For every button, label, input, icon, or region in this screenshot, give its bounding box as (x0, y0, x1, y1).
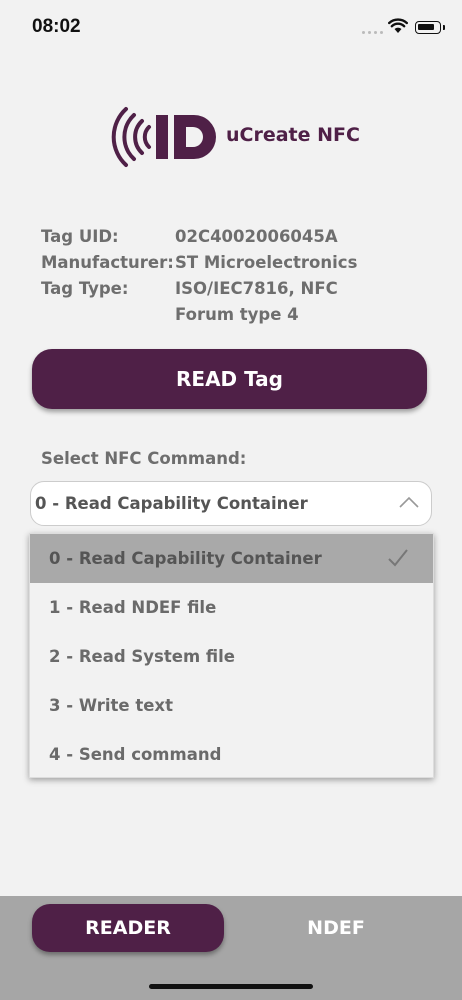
tag-uid-label: Tag UID: (41, 227, 119, 246)
option-write-text[interactable]: 3 - Write text (30, 681, 433, 730)
option-read-capability-container[interactable]: 0 - Read Capability Container (30, 534, 433, 583)
bottom-tab-bar: READER NDEF (0, 896, 462, 1000)
manufacturer-row: Manufacturer: ST Microelectronics (41, 250, 431, 276)
home-indicator[interactable] (149, 984, 313, 989)
tag-type-row: Tag Type: ISO/IEC7816, NFC Forum type 4 (41, 276, 431, 328)
option-label: 0 - Read Capability Container (49, 549, 322, 568)
checkmark-icon (388, 549, 408, 567)
battery-icon (415, 21, 441, 34)
cellular-signal-icon (362, 31, 383, 34)
chevron-up-icon (399, 496, 419, 508)
option-label: 2 - Read System file (49, 647, 235, 666)
wifi-icon (388, 18, 408, 33)
tab-ndef[interactable]: NDEF (240, 904, 432, 952)
tab-reader[interactable]: READER (32, 904, 224, 952)
option-label: 1 - Read NDEF file (49, 598, 217, 617)
command-select-value: 0 - Read Capability Container (35, 494, 308, 513)
option-read-ndef-file[interactable]: 1 - Read NDEF file (30, 583, 433, 632)
tag-info: Tag UID: 02C4002006045A Manufacturer: ST… (41, 224, 431, 328)
manufacturer-label: Manufacturer: (41, 253, 174, 272)
option-send-command[interactable]: 4 - Send command (30, 730, 433, 779)
status-bar: 08:02 (0, 0, 462, 56)
command-dropdown: 0 - Read Capability Container 1 - Read N… (29, 533, 434, 778)
app-name: uCreate NFC (226, 124, 360, 146)
read-tag-button[interactable]: READ Tag (32, 349, 427, 409)
manufacturer-value: ST Microelectronics (175, 253, 358, 272)
option-label: 4 - Send command (49, 745, 222, 764)
status-time: 08:02 (32, 16, 81, 37)
tag-type-label: Tag Type: (41, 279, 129, 298)
tag-uid-value: 02C4002006045A (175, 227, 338, 246)
tag-type-value: ISO/IEC7816, NFC Forum type 4 (175, 279, 338, 324)
command-select[interactable]: 0 - Read Capability Container (30, 481, 432, 526)
option-read-system-file[interactable]: 2 - Read System file (30, 632, 433, 681)
tag-uid-row: Tag UID: 02C4002006045A (41, 224, 431, 250)
select-command-label: Select NFC Command: (41, 449, 247, 468)
option-label: 3 - Write text (49, 696, 173, 715)
